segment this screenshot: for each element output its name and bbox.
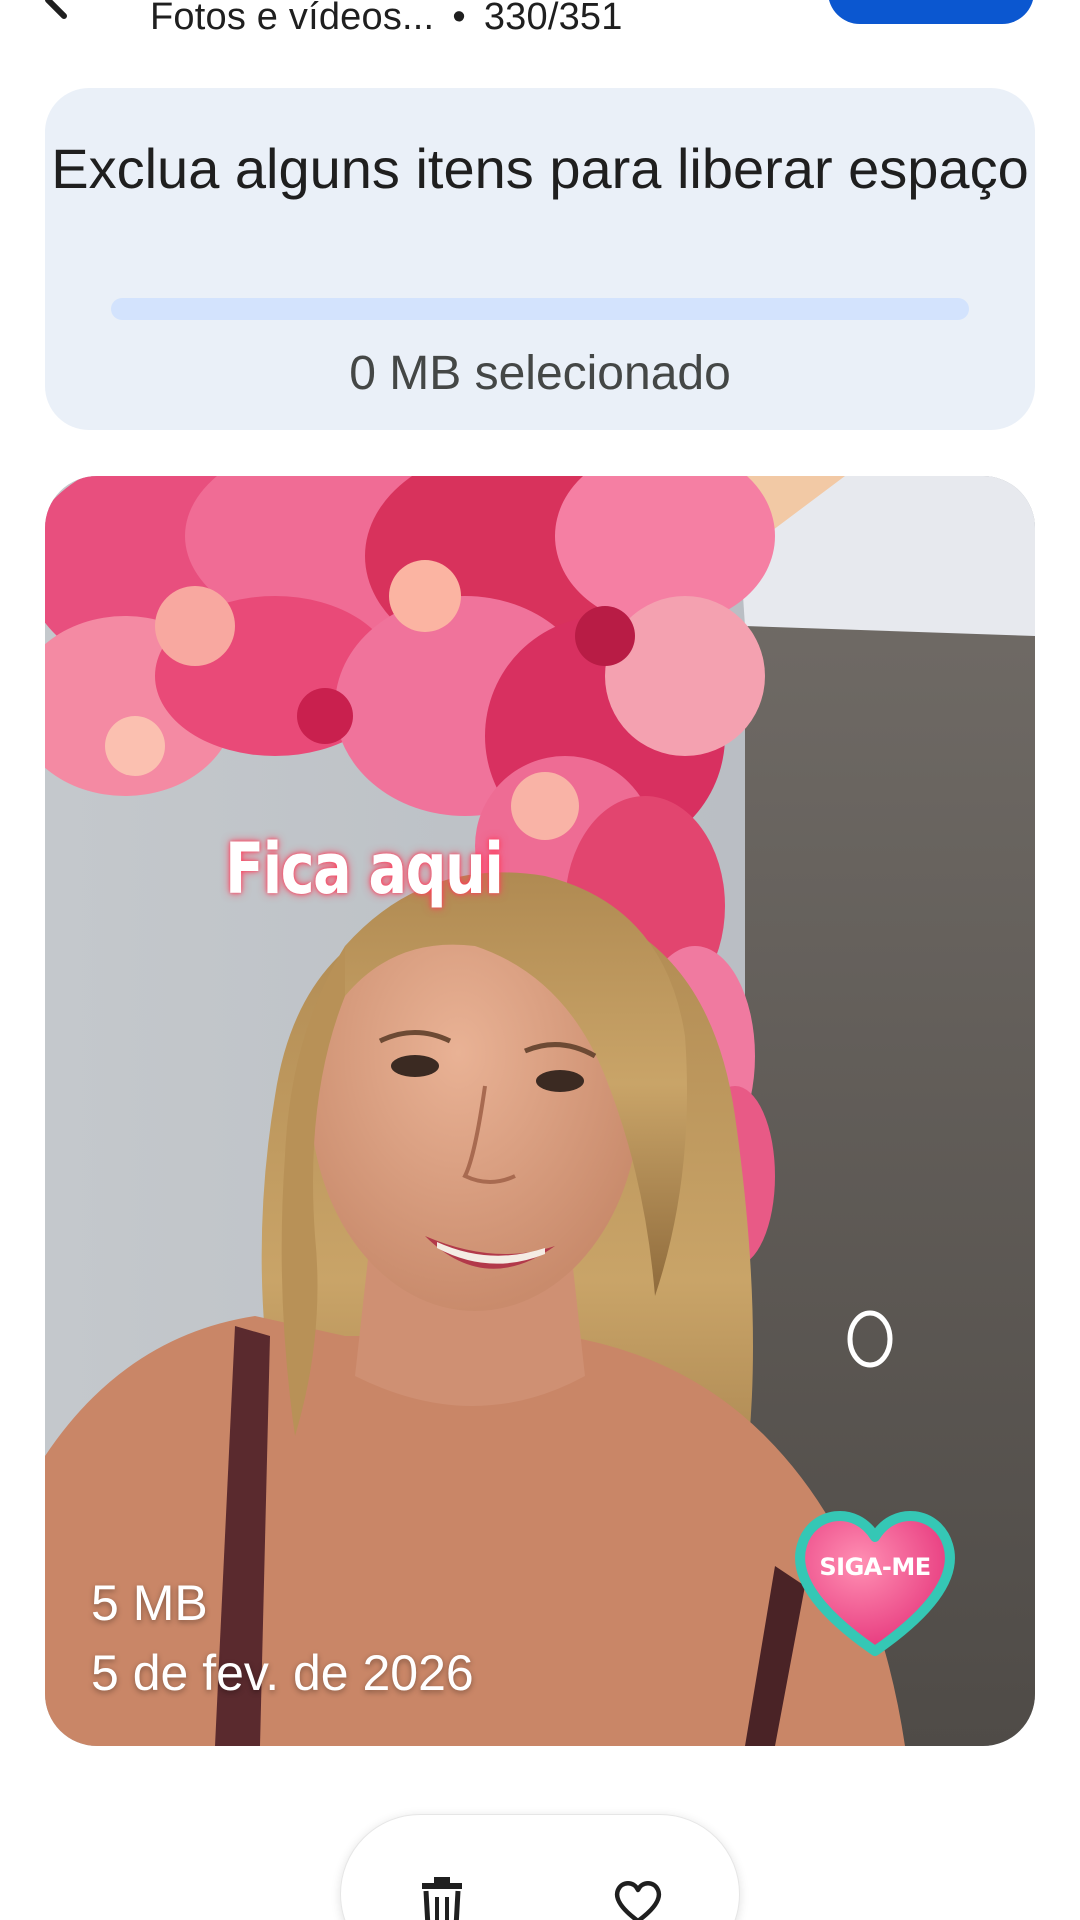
storage-title: Exclua alguns itens para liberar espaço [51, 137, 1029, 200]
subtitle-text: Fotos e vídeos... [150, 0, 435, 38]
item-icon[interactable] [735, 0, 779, 12]
heart-outline-icon[interactable] [613, 1879, 663, 1920]
photo-text-overlay: Fica aqui [225, 828, 504, 910]
storage-progress-bar [111, 298, 969, 320]
top-bar: Fotos e vídeos... • 330/351 [0, 0, 1080, 60]
trash-icon[interactable] [419, 1875, 465, 1920]
photo-action-bar [340, 1814, 740, 1920]
top-action-button[interactable] [828, 0, 1034, 24]
circle-sticker [847, 1310, 893, 1368]
storage-card: Exclua alguns itens para liberar espaço … [45, 88, 1035, 430]
photo-card[interactable]: Fica aqui SIGA-ME 5 MB 5 de fev. de 2026 [45, 476, 1035, 1746]
subtitle-separator: • [452, 0, 466, 38]
photo-size: 5 MB [91, 1575, 208, 1631]
item-counter: 330/351 [483, 0, 623, 38]
heart-sticker: SIGA-ME [790, 1501, 960, 1659]
back-arrow-icon[interactable] [30, 0, 90, 30]
sticker-label: SIGA-ME [819, 1553, 931, 1581]
photo-date: 5 de fev. de 2026 [91, 1645, 474, 1701]
selected-size-label: 0 MB selecionado [349, 347, 731, 400]
header-subtitle: Fotos e vídeos... • 330/351 [150, 0, 623, 39]
